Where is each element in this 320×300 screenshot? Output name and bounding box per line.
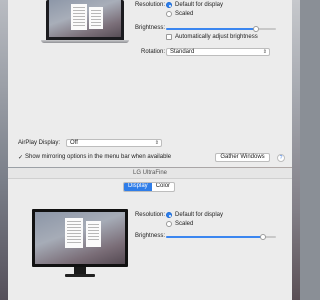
resolution-default-label: Default for display [175,212,224,218]
brightness-slider-fill [166,28,257,30]
help-button[interactable]: ? [277,154,285,162]
laptop-screen [46,0,124,40]
mirroring-option-label: Show mirroring options in the menu bar w… [25,154,172,160]
window-title: LG UltraFine [8,168,292,179]
desktop-background-right [292,0,300,300]
rotation-select[interactable]: Standard ⇕ [166,48,270,56]
tab-display[interactable]: Display [124,183,152,191]
resolution-scaled-radio[interactable] [166,221,172,227]
monitor-display-preview [35,212,125,264]
document-preview [89,7,103,29]
resolution-label: Resolution: [134,212,165,218]
monitor-screen [32,209,128,267]
resolution-label: Resolution: [134,2,165,8]
brightness-slider-knob[interactable] [259,234,266,240]
brightness-slider[interactable] [166,234,276,240]
auto-brightness-label: Automatically adjust brightness [175,34,258,40]
document-preview [86,221,101,247]
resolution-scaled-label: Scaled [175,221,194,227]
laptop-display-preview [49,0,121,37]
rotation-label: Rotation: [140,49,165,55]
document-preview [65,218,83,248]
rotation-select-value: Standard [170,49,195,55]
tab-color[interactable]: Color [152,183,174,191]
tab-segmented-control: Display Color [123,182,176,192]
chevron-updown-icon: ⇕ [154,140,159,146]
resolution-default-label: Default for display [175,2,224,8]
brightness-slider-knob[interactable] [253,26,260,32]
mirroring-checkbox-checkmark[interactable]: ✓ [18,154,23,161]
resolution-scaled-label: Scaled [175,11,194,17]
airplay-label: AirPlay Display: [18,140,61,146]
brightness-slider[interactable] [166,26,276,32]
lg-ultrafine-window: LG UltraFine Display Color Resolution: D… [8,168,292,300]
desktop-background-left [0,0,8,300]
brightness-label: Brightness: [134,233,165,239]
resolution-default-radio[interactable] [166,212,172,218]
chevron-updown-icon: ⇕ [262,49,267,55]
monitor-stand-foot [65,274,95,277]
airplay-select-value: Off [70,140,78,146]
built-in-display-window: Resolution: Default for display Scaled B… [8,0,292,168]
resolution-scaled-radio[interactable] [166,11,172,17]
brightness-label: Brightness: [134,25,165,31]
auto-brightness-checkbox[interactable] [166,34,172,40]
resolution-default-radio[interactable] [166,2,172,8]
laptop-base [41,40,129,43]
airplay-select[interactable]: Off ⇕ [66,139,162,147]
document-preview [71,4,87,30]
gather-windows-button[interactable]: Gather Windows [215,153,270,162]
brightness-slider-fill [166,236,263,238]
